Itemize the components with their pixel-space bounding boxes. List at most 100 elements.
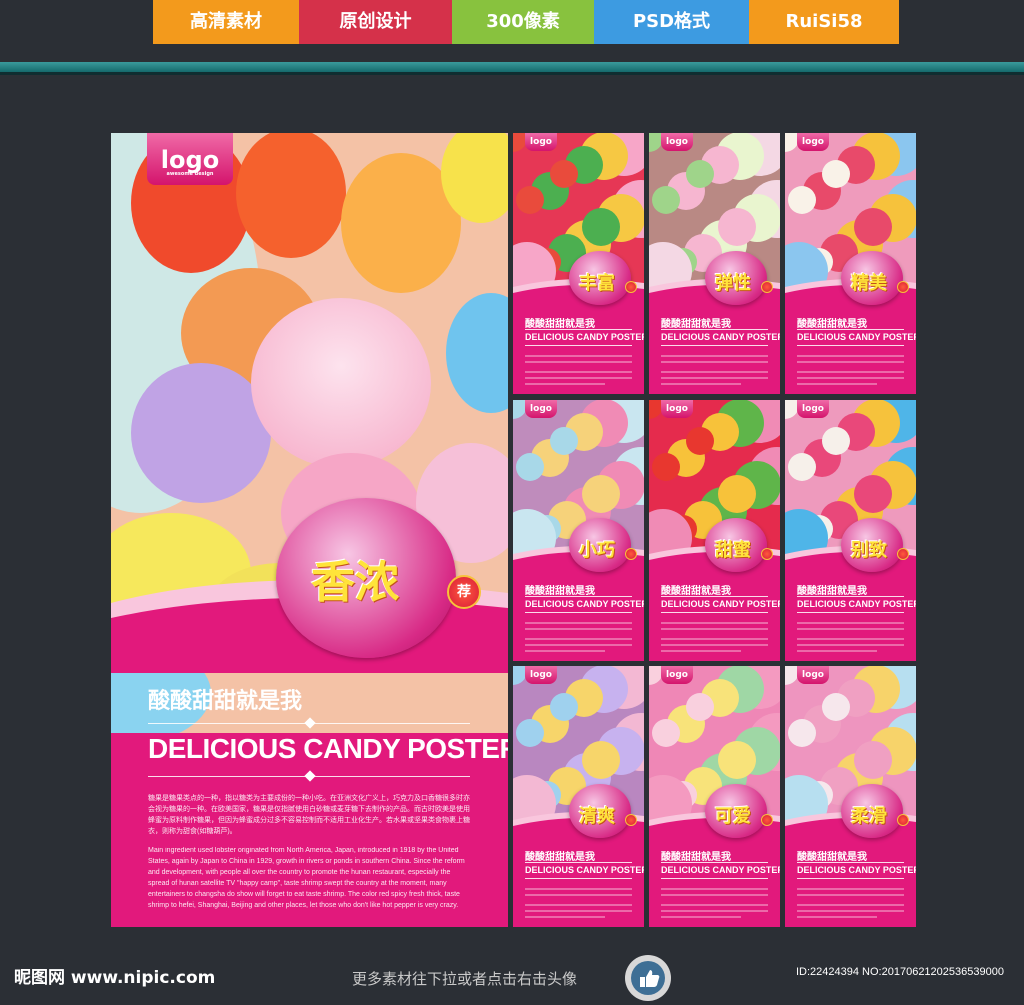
thumb-logo-tag: logo (661, 400, 693, 418)
site-watermark: 昵图网 www.nipic.com (14, 968, 216, 988)
thumb-cn-title: 酸酸甜甜就是我 (661, 319, 731, 330)
thumb-text-line (797, 904, 904, 906)
teal-stripe (0, 62, 1024, 72)
thumb-text-line (525, 371, 632, 373)
thumb-text-line (797, 910, 904, 912)
thumb-en-title: DELICIOUS CANDY POSTERS (525, 332, 644, 342)
logo-subtext: awesome design (166, 171, 214, 177)
thumb-logo-tag: logo (661, 133, 693, 151)
thumb-rosette (761, 814, 773, 826)
thumb-text-line (661, 355, 768, 357)
thumb-text-line (661, 628, 768, 630)
thumb-text-line (797, 371, 904, 373)
image-id: ID:22424394 NO:20170621202536539000 (796, 966, 1004, 978)
thumb-rosette (625, 548, 637, 560)
thumb-divider (661, 862, 768, 863)
thumb-en-title: DELICIOUS CANDY POSTERS (797, 865, 916, 875)
thumb-poster: logo 可爱 酸酸甜甜就是我 DELICIOUS CANDY POSTERS (649, 666, 780, 927)
thumb-text-line (661, 361, 768, 363)
thumb-en-title: DELICIOUS CANDY POSTERS (661, 332, 780, 342)
main-en-title: DELICIOUS CANDY POSTERS (148, 733, 508, 764)
divider-diamond-bottom (304, 770, 316, 782)
thumb-bubble-label: 弹性 (715, 273, 751, 294)
main-poster: logo awesome design 香浓 荐 酸酸甜甜就是我 DELICIO… (111, 133, 508, 927)
thumb-text-line (797, 377, 904, 379)
thumb-text-line (525, 894, 632, 896)
thumb-text-line (797, 916, 877, 918)
thumb-logo-tag: logo (525, 133, 557, 151)
thumb-text-line (525, 638, 632, 640)
thumb-divider (661, 878, 768, 879)
thumb-divider (797, 878, 904, 879)
logo-tag: logo awesome design (147, 133, 233, 185)
thumb-divider (661, 345, 768, 346)
thumb-text-line (525, 361, 632, 363)
thumb-poster: logo 小巧 酸酸甜甜就是我 DELICIOUS CANDY POSTERS (513, 400, 644, 661)
thumb-text-line (797, 622, 904, 624)
thumb-text-line (661, 622, 768, 624)
thumb-cn-title: 酸酸甜甜就是我 (525, 586, 595, 597)
thumb-text-line (525, 644, 632, 646)
thumb-poster: logo 弹性酸酸甜甜就是我 DELICIOUS CANDY POSTERS (649, 133, 780, 394)
thumb-text-line (797, 644, 904, 646)
thumb-text-line (525, 383, 605, 385)
thumb-cn-title: 酸酸甜甜就是我 (797, 319, 867, 330)
thumb-en-title: DELICIOUS CANDY POSTERS (525, 865, 644, 875)
thumb-poster: logo 清爽 酸酸甜甜就是我 DELICIOUS CANDY POSTERS (513, 666, 644, 927)
thumb-rosette (897, 814, 909, 826)
thumb-text-line (661, 377, 768, 379)
thumb-divider (525, 596, 632, 597)
badge-original: 原创设计 (299, 0, 452, 44)
thumb-rosette (625, 814, 637, 826)
thumb-text-line (661, 894, 768, 896)
thumb-text-line (661, 910, 768, 912)
thumb-text-line (661, 888, 768, 890)
thumb-text-line (525, 910, 632, 912)
thumb-text-line (797, 361, 904, 363)
thumb-text-line (661, 916, 741, 918)
thumb-text-line (661, 904, 768, 906)
bubble-title: 香浓 (311, 557, 399, 608)
thumb-logo-tag: logo (525, 400, 557, 418)
thumb-poster: logo 别致 酸酸甜甜就是我 DELICIOUS CANDY POSTERS (785, 400, 916, 661)
thumb-text-line (661, 383, 741, 385)
logo-text: logo (160, 146, 220, 174)
thumb-text-line (797, 638, 904, 640)
thumb-bubble-label: 清爽 (579, 806, 615, 827)
thumb-en-title: DELICIOUS CANDY POSTERS (525, 599, 644, 609)
thumb-poster: logo 甜蜜 酸酸甜甜就是我 DELICIOUS CANDY POSTERS (649, 400, 780, 661)
thumb-text-line (525, 628, 632, 630)
thumb-bubble-label: 丰富 (579, 273, 615, 294)
thumb-divider (525, 329, 632, 330)
thumb-text-line (661, 371, 768, 373)
thumb-cn-title: 酸酸甜甜就是我 (661, 586, 731, 597)
thumb-divider (797, 612, 904, 613)
thumb-text-line (797, 650, 877, 652)
thumb-rosette (897, 548, 909, 560)
thumb-divider (661, 596, 768, 597)
thumb-text-line (797, 894, 904, 896)
thumb-en-title: DELICIOUS CANDY POSTERS (661, 599, 780, 609)
thumb-cn-title: 酸酸甜甜就是我 (797, 852, 867, 863)
recommend-rosette: 荐 (447, 575, 481, 609)
thumb-cn-title: 酸酸甜甜就是我 (525, 319, 595, 330)
thumb-en-title: DELICIOUS CANDY POSTERS (797, 599, 916, 609)
thumb-text-line (661, 650, 741, 652)
thumb-poster: logo 精美 酸酸甜甜就是我 DELICIOUS CANDY POSTERS (785, 133, 916, 394)
thumb-text-line (661, 644, 768, 646)
thumb-text-line (797, 888, 904, 890)
thumb-cn-title: 酸酸甜甜就是我 (797, 586, 867, 597)
badge-psd: PSD格式 (594, 0, 749, 44)
thumb-text-line (797, 628, 904, 630)
thumb-en-title: DELICIOUS CANDY POSTERS (797, 332, 916, 342)
thumb-text-line (661, 638, 768, 640)
thumb-text-line (525, 904, 632, 906)
thumb-logo-tag: logo (525, 666, 557, 684)
thumbs-up-icon (631, 961, 665, 995)
thumb-logo-tag: logo (797, 133, 829, 151)
thumb-cn-title: 酸酸甜甜就是我 (661, 852, 731, 863)
like-button[interactable] (625, 955, 671, 1001)
thumb-divider (661, 612, 768, 613)
thumb-bubble-label: 柔滑 (851, 806, 887, 827)
thumb-divider (525, 345, 632, 346)
